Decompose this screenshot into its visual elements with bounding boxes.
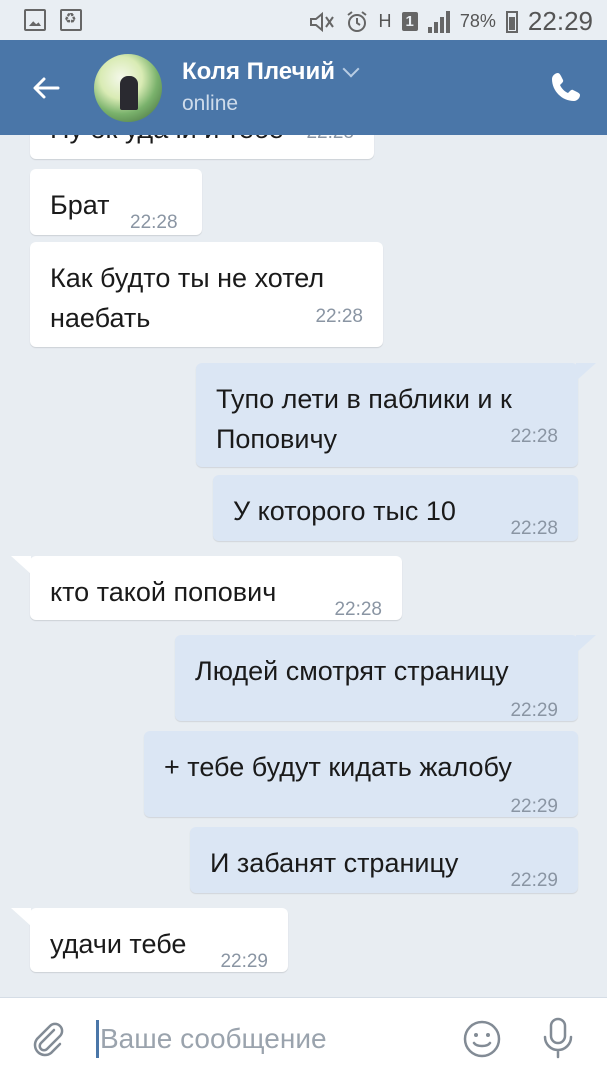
message-text: Ну ок удачи и тебе <box>50 135 284 149</box>
message-input-bar <box>0 997 607 1080</box>
message-text: + тебе будут кидать жалобу <box>164 752 512 782</box>
bubble-tail <box>11 908 31 926</box>
chat-header: Коля Плечий online <box>0 40 607 135</box>
message-list[interactable]: Ну ок удачи и тебе 22:28 Брат 22:28 Как … <box>0 135 607 997</box>
message-incoming[interactable]: удачи тебе 22:29 <box>30 908 288 972</box>
sim-indicator: 1 <box>401 12 418 31</box>
mute-icon <box>309 11 334 32</box>
message-input[interactable] <box>100 1018 440 1060</box>
message-incoming[interactable]: Как будто ты не хотел наебать 22:28 <box>30 242 383 347</box>
bubble-tail <box>576 363 596 381</box>
message-text: Как будто ты не хотел наебать <box>50 263 325 333</box>
battery-icon <box>505 10 518 33</box>
smiley-icon[interactable] <box>462 1019 502 1059</box>
message-time: 22:28 <box>306 135 354 153</box>
battery-percent: 78% <box>459 11 496 31</box>
message-time: 22:28 <box>315 306 363 327</box>
contact-name: Коля Плечий <box>182 58 335 85</box>
contact-status: online <box>182 92 239 115</box>
message-outgoing[interactable]: + тебе будут кидать жалобу 22:29 <box>144 731 578 817</box>
signal-icon <box>427 10 450 33</box>
chevron-down-icon <box>342 60 360 78</box>
message-time: 22:28 <box>510 518 558 539</box>
message-outgoing[interactable]: У которого тыс 10 22:28 <box>213 475 578 541</box>
text-cursor <box>96 1020 99 1058</box>
avatar[interactable] <box>94 54 162 122</box>
message-incoming[interactable]: Брат 22:28 <box>30 169 202 235</box>
message-time: 22:29 <box>220 951 268 972</box>
message-text: Людей смотрят страницу <box>195 656 509 686</box>
message-time: 22:29 <box>510 796 558 817</box>
message-incoming[interactable]: Ну ок удачи и тебе 22:28 <box>30 135 374 159</box>
message-outgoing[interactable]: Тупо лети в паблики и к Поповичу 22:28 <box>196 363 578 467</box>
message-incoming[interactable]: кто такой попович 22:28 <box>30 556 402 620</box>
arrow-left-icon[interactable] <box>30 72 62 104</box>
message-text: У которого тыс 10 <box>233 496 456 526</box>
alarm-icon <box>346 10 367 32</box>
status-bar: H 1 78% 22:29 <box>0 0 607 40</box>
microphone-icon[interactable] <box>540 1016 576 1060</box>
message-text: удачи тебе <box>50 929 187 959</box>
status-clock: 22:29 <box>527 6 593 36</box>
bubble-tail <box>11 556 31 574</box>
message-text: Брат <box>50 190 110 220</box>
phone-icon[interactable] <box>549 70 583 104</box>
message-outgoing[interactable]: Людей смотрят страницу 22:29 <box>175 635 578 721</box>
message-time: 22:29 <box>510 870 558 891</box>
bubble-tail <box>576 635 596 653</box>
message-text: Тупо лети в паблики и к Поповичу <box>216 384 512 454</box>
recycle-notification-icon <box>60 9 82 31</box>
message-outgoing[interactable]: И забанят страницу 22:29 <box>190 827 578 893</box>
message-time: 22:28 <box>510 426 558 447</box>
message-time: 22:28 <box>334 599 382 620</box>
contact-name-button[interactable]: Коля Плечий <box>182 58 360 86</box>
gallery-notification-icon <box>24 9 46 31</box>
paperclip-icon[interactable] <box>28 1020 66 1058</box>
message-time: 22:29 <box>510 700 558 721</box>
message-text: И забанят страницу <box>210 848 459 878</box>
message-text: кто такой попович <box>50 577 277 607</box>
message-time: 22:28 <box>130 212 178 233</box>
network-type: H <box>378 11 392 31</box>
